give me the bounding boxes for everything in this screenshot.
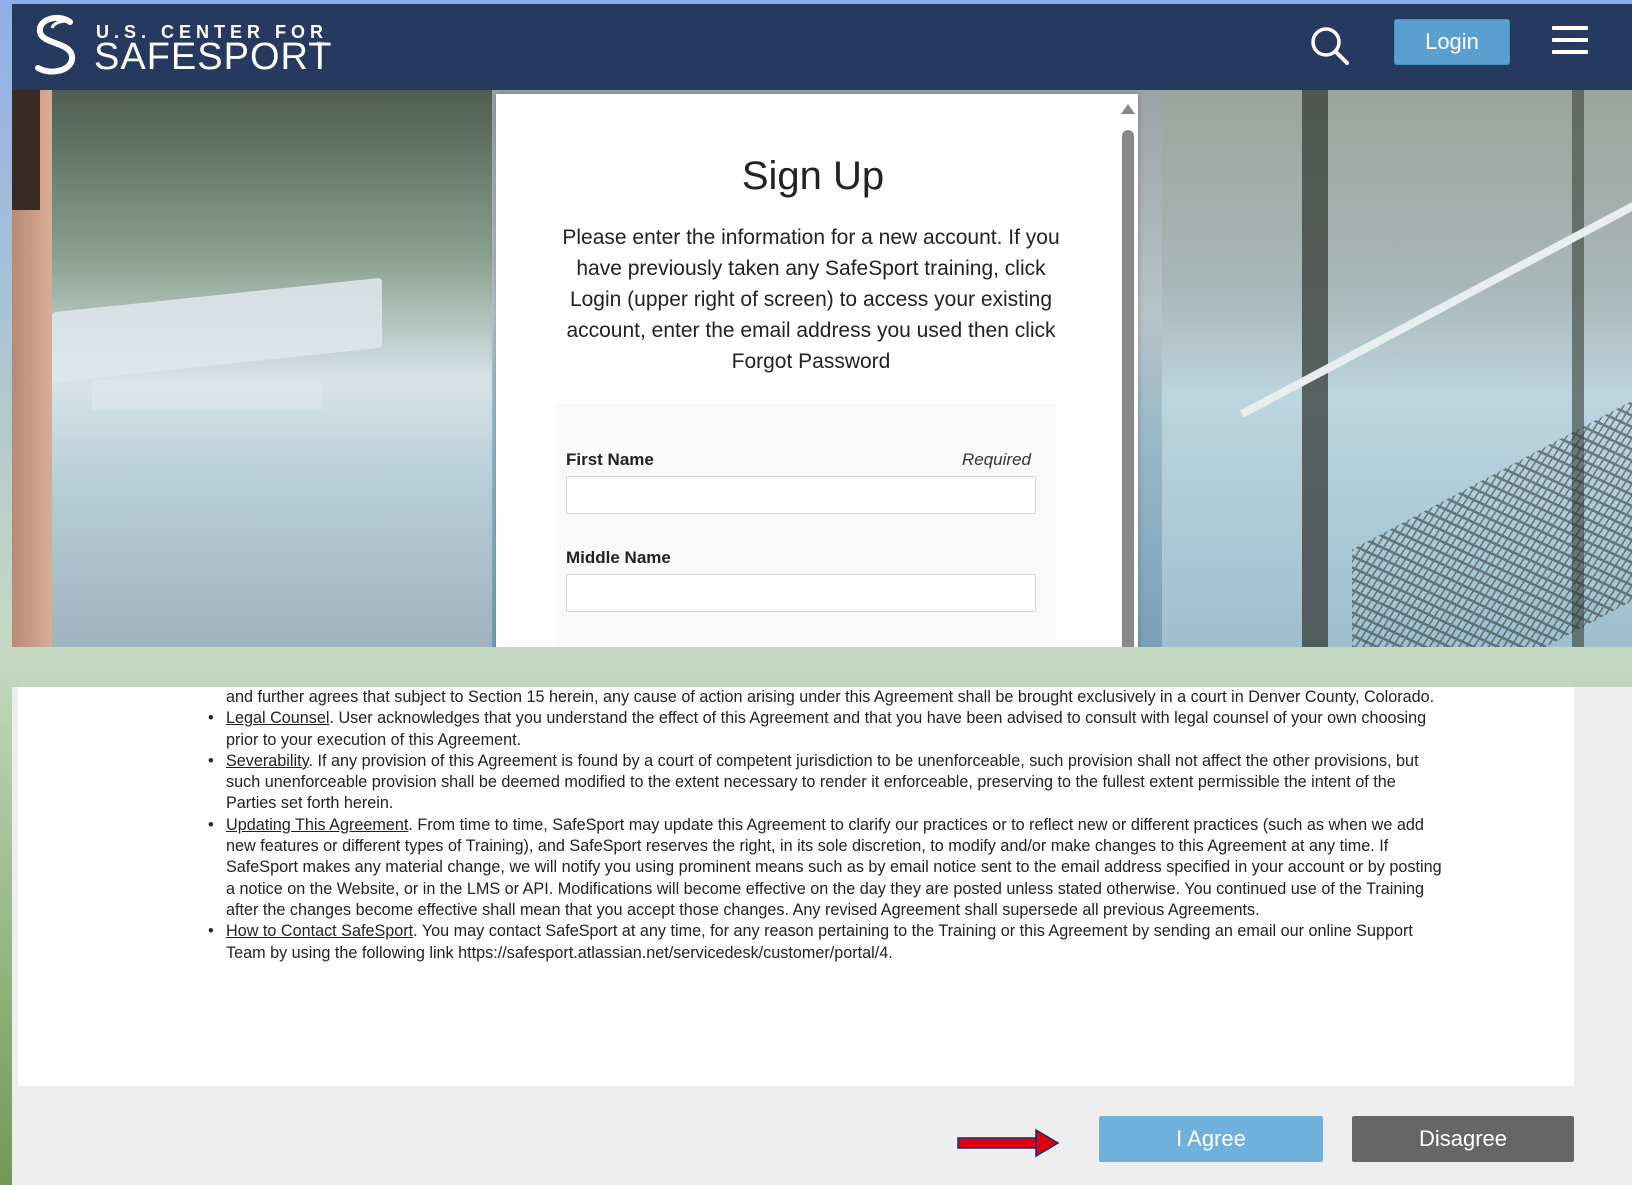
first-name-label: First Name [566, 450, 654, 469]
agreement-text-panel[interactable]: and further agrees that subject to Secti… [18, 687, 1574, 1086]
scrollbar-thumb[interactable] [1122, 130, 1134, 647]
scroll-up-arrow-icon[interactable] [1121, 104, 1135, 114]
signup-form: First Name Required Middle Name [556, 404, 1056, 647]
site-header: U.S. CENTER FOR SAFESPORT ™ Login [12, 4, 1632, 90]
hero-bench-seat [92, 380, 322, 410]
signup-page-screenshot: U.S. CENTER FOR SAFESPORT ™ Login Sign U… [12, 4, 1632, 647]
agreement-term-updating: Updating This Agreement [226, 815, 409, 834]
middle-name-label: Middle Name [566, 548, 671, 567]
agreement-item-legal-counsel: Legal Counsel. User acknowledges that yo… [208, 708, 1446, 751]
agreement-text-updating: . From time to time, SafeSport may updat… [226, 815, 1442, 919]
search-icon [1311, 27, 1349, 65]
signup-title: Sign Up [741, 154, 885, 198]
disagree-button[interactable]: Disagree [1352, 1116, 1574, 1162]
agreement-dialog: and further agrees that subject to Secti… [12, 687, 1632, 1185]
signup-intro-text: Please enter the information for a new a… [562, 226, 1060, 373]
safesport-logo[interactable]: U.S. CENTER FOR SAFESPORT ™ [30, 12, 333, 82]
agreement-text-severability: . If any provision of this Agreement is … [226, 751, 1419, 813]
agreement-term-legal-counsel: Legal Counsel [226, 709, 330, 728]
first-name-required-label: Required [962, 450, 1031, 469]
hamburger-menu-icon [1552, 26, 1588, 30]
agreement-item-contact: How to Contact SafeSport. You may contac… [208, 921, 1446, 964]
agreement-term-severability: Severability [226, 751, 309, 770]
agree-button[interactable]: I Agree [1099, 1116, 1323, 1162]
agreement-term-contact: How to Contact SafeSport [226, 922, 414, 941]
hamburger-menu-icon-line [1552, 50, 1588, 54]
logo-line2: SAFESPORT [94, 36, 333, 78]
search-button[interactable] [1308, 24, 1352, 68]
red-arrow-pointer-icon [957, 1128, 1060, 1158]
agreement-item-updating: Updating This Agreement. From time to ti… [208, 815, 1446, 921]
first-name-input[interactable] [566, 476, 1036, 514]
agreement-lead-text: and further agrees that subject to Secti… [226, 688, 1435, 706]
agreement-list: Legal Counsel. User acknowledges that yo… [208, 708, 1446, 964]
hero-person-hair [12, 90, 40, 210]
agreement-text: and further agrees that subject to Secti… [208, 687, 1446, 964]
hamburger-menu-icon-line [1552, 38, 1588, 42]
agreement-item-severability: Severability. If any provision of this A… [208, 751, 1446, 815]
middle-name-input[interactable] [566, 574, 1036, 612]
signup-card: Sign Up Please enter the information for… [496, 94, 1138, 647]
agreement-text-legal-counsel: . User acknowledges that you understand … [226, 709, 1427, 749]
hamburger-menu-button[interactable] [1552, 26, 1592, 62]
signup-scrollbar[interactable] [1116, 94, 1138, 647]
login-button[interactable]: Login [1394, 19, 1510, 65]
safesport-logo-icon [35, 14, 75, 75]
logo-trademark: ™ [316, 40, 325, 50]
